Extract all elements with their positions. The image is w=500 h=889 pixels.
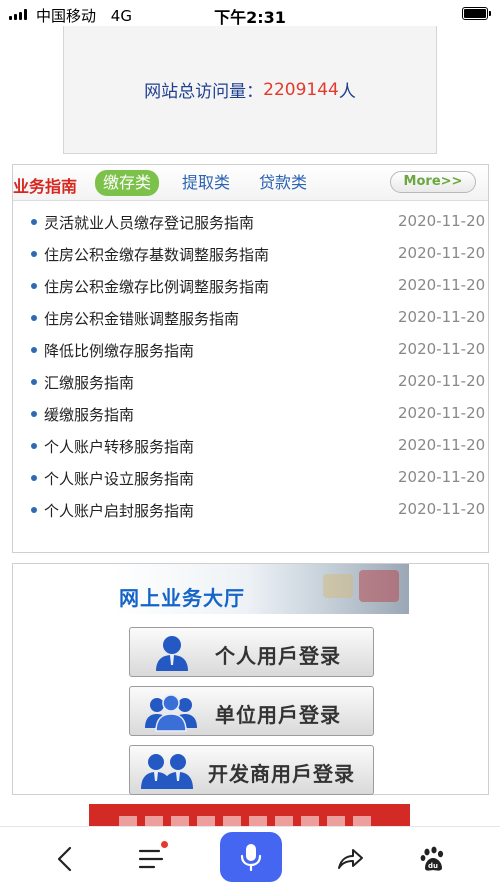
tab-withdraw[interactable]: 提取类 (182, 170, 230, 196)
item-date: 2020-11-20 (398, 212, 486, 230)
personal-login-label: 个人用戶登录 (215, 644, 341, 668)
bullet-icon (31, 475, 37, 481)
mobile-page: 中国移动 4G 下午2:31 网站总访问量： 2209144 人 业务指南 缴存… (0, 0, 500, 889)
status-bar: 中国移动 4G 下午2:31 (0, 0, 500, 28)
users-pair-icon (141, 754, 193, 789)
item-date: 2020-11-20 (398, 340, 486, 358)
list-item[interactable]: 个人账户转移服务指南 2020-11-20 (13, 431, 488, 463)
list-item[interactable]: 住房公积金缴存比例调整服务指南 2020-11-20 (13, 271, 488, 303)
notification-dot (161, 841, 168, 848)
person-icon (156, 636, 188, 671)
item-title[interactable]: 个人账户转移服务指南 (44, 436, 194, 457)
group-icon (145, 694, 197, 732)
baidu-button[interactable]: du (408, 827, 458, 889)
item-title[interactable]: 灵活就业人员缴存登记服务指南 (44, 212, 254, 233)
developer-login-button[interactable]: 开发商用戶登录 (129, 745, 374, 795)
item-date: 2020-11-20 (398, 468, 486, 486)
item-title[interactable]: 个人账户启封服务指南 (44, 500, 194, 521)
share-icon (338, 848, 363, 869)
bullet-icon (31, 283, 37, 289)
bullet-icon (31, 219, 37, 225)
item-title[interactable]: 住房公积金缴存基数调整服务指南 (44, 244, 269, 265)
guide-header: 业务指南 缴存类 提取类 贷款类 More>> (13, 165, 488, 201)
item-date: 2020-11-20 (398, 244, 486, 262)
bullet-icon (31, 315, 37, 321)
item-title[interactable]: 缓缴服务指南 (44, 404, 134, 425)
item-title[interactable]: 降低比例缴存服务指南 (44, 340, 194, 361)
item-title[interactable]: 住房公积金缴存比例调整服务指南 (44, 276, 269, 297)
svg-text:du: du (428, 862, 438, 870)
bullet-icon (31, 411, 37, 417)
item-date: 2020-11-20 (398, 404, 486, 422)
menu-icon (138, 849, 164, 868)
bullet-icon (31, 507, 37, 513)
list-item[interactable]: 个人账户启封服务指南 2020-11-20 (13, 495, 488, 527)
visit-count: 2209144 (263, 79, 339, 100)
item-date: 2020-11-20 (398, 276, 486, 294)
list-item[interactable]: 住房公积金错账调整服务指南 2020-11-20 (13, 303, 488, 335)
visit-counter: 网站总访问量： 2209144 人 (63, 26, 437, 154)
back-button[interactable] (40, 827, 90, 889)
list-item[interactable]: 住房公积金缴存基数调整服务指南 2020-11-20 (13, 239, 488, 271)
list-item[interactable]: 缓缴服务指南 2020-11-20 (13, 399, 488, 431)
voice-button[interactable] (220, 832, 282, 882)
item-date: 2020-11-20 (398, 308, 486, 326)
menu-button[interactable] (126, 827, 176, 889)
developer-login-label: 开发商用戶登录 (208, 762, 355, 786)
company-login-button[interactable]: 单位用戶登录 (129, 686, 374, 736)
list-item[interactable]: 灵活就业人员缴存登记服务指南 2020-11-20 (13, 207, 488, 239)
battery-icon (462, 7, 491, 20)
baidu-paw-icon: du (420, 846, 444, 871)
business-guide-panel: 业务指南 缴存类 提取类 贷款类 More>> 灵活就业人员缴存登记服务指南 20… (12, 164, 489, 553)
item-title[interactable]: 汇缴服务指南 (44, 372, 134, 393)
online-hall-panel: 网上业务大厅 个人用戶登录 单位用戶登录 开发商用戶登录 (12, 563, 489, 795)
status-time: 下午2:31 (214, 8, 286, 27)
more-button[interactable]: More>> (390, 171, 476, 193)
hall-title: 网上业务大厅 (119, 586, 245, 610)
list-item[interactable]: 汇缴服务指南 2020-11-20 (13, 367, 488, 399)
tab-deposit[interactable]: 缴存类 (95, 170, 160, 196)
item-date: 2020-11-20 (398, 436, 486, 454)
item-date: 2020-11-20 (398, 372, 486, 390)
bullet-icon (31, 379, 37, 385)
bottom-toolbar: du (0, 826, 500, 889)
list-item[interactable]: 降低比例缴存服务指南 2020-11-20 (13, 335, 488, 367)
microphone-icon (240, 844, 262, 872)
guide-list: 灵活就业人员缴存登记服务指南 2020-11-20 住房公积金缴存基数调整服务指南… (13, 207, 488, 527)
list-item[interactable]: 个人账户设立服务指南 2020-11-20 (13, 463, 488, 495)
share-button[interactable] (325, 827, 375, 889)
item-title[interactable]: 住房公积金错账调整服务指南 (44, 308, 239, 329)
bullet-icon (31, 251, 37, 257)
company-login-label: 单位用戶登录 (215, 703, 341, 727)
bullet-icon (31, 347, 37, 353)
visit-unit: 人 (338, 82, 356, 102)
tab-loan[interactable]: 贷款类 (259, 170, 307, 196)
guide-title: 业务指南 (13, 177, 78, 196)
item-title[interactable]: 个人账户设立服务指南 (44, 468, 194, 489)
visit-label: 网站总访问量： (144, 82, 264, 102)
personal-login-button[interactable]: 个人用戶登录 (129, 627, 374, 677)
item-date: 2020-11-20 (398, 500, 486, 518)
back-icon (57, 846, 72, 871)
bullet-icon (31, 443, 37, 449)
